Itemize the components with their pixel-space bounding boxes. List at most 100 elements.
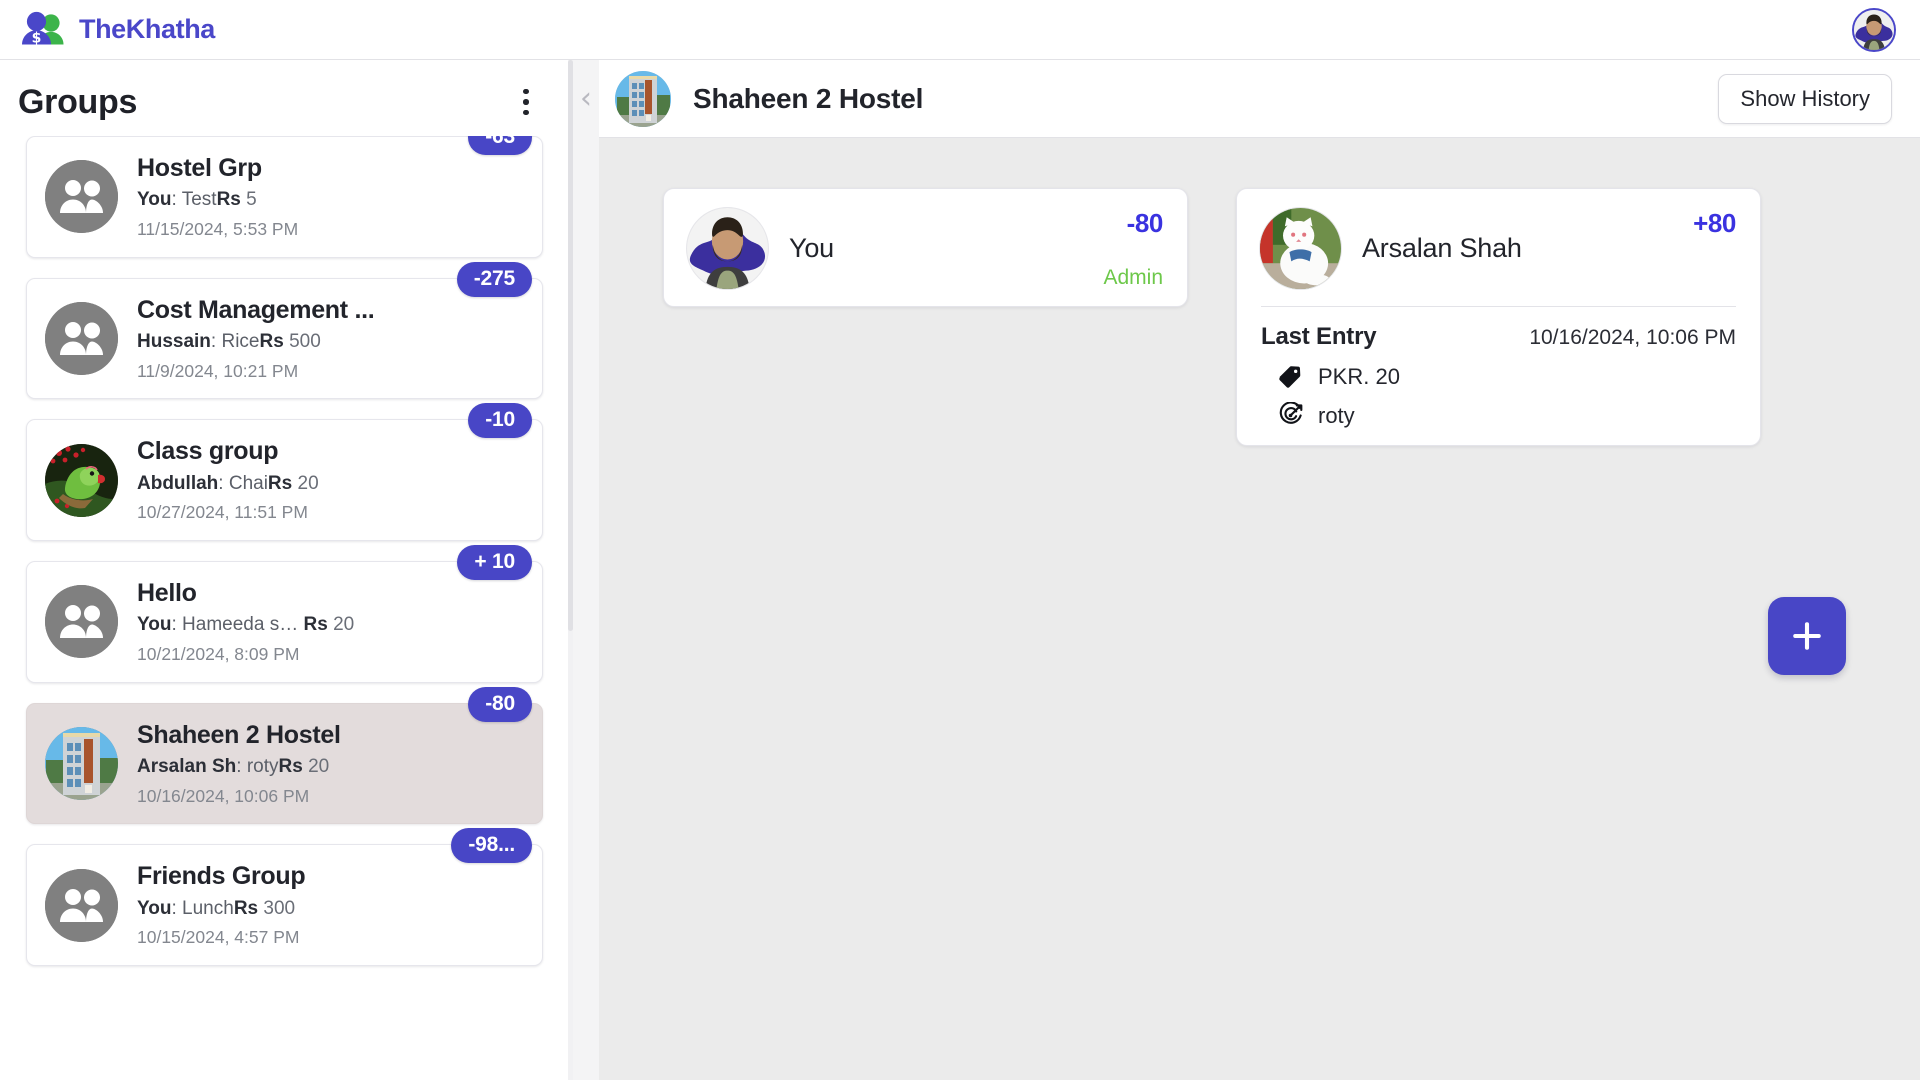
group-amount: 20 bbox=[333, 614, 355, 636]
group-name: Shaheen 2 Hostel bbox=[137, 720, 341, 749]
member-card[interactable]: +80 Arsalan Shah Last Entry 10/16/2024, … bbox=[1236, 188, 1761, 446]
group-balance-badge: -98... bbox=[451, 828, 532, 864]
members-area: -80 You Admin +80 Arsalan Shah Last Entr… bbox=[573, 138, 1920, 1080]
divider bbox=[1261, 306, 1736, 307]
group-currency: Rs bbox=[278, 756, 303, 777]
group-title: Shaheen 2 Hostel bbox=[693, 82, 924, 114]
chevron-left-icon[interactable]: ‹ bbox=[573, 59, 599, 138]
group-last-entry: Abdullah: ChaiRs 20 bbox=[137, 472, 524, 497]
group-avatar bbox=[615, 70, 671, 127]
last-entry-header: Last Entry 10/16/2024, 10:06 PM bbox=[1259, 323, 1738, 351]
group-last-author: You bbox=[137, 189, 172, 211]
group-date: 11/15/2024, 5:53 PM bbox=[137, 218, 299, 239]
group-text: Shaheen 2 Hostel Arsalan Sh: rotyRs 20 10/… bbox=[137, 720, 524, 808]
group-placeholder-icon bbox=[45, 302, 118, 376]
entry-description-row: roty bbox=[1259, 402, 1738, 429]
pane-gutter bbox=[573, 138, 599, 1080]
entry-amount-row: PKR. 20 bbox=[1259, 363, 1738, 390]
group-last-author: Abdullah bbox=[137, 472, 219, 494]
group-last-entry: Arsalan Sh: rotyRs 20 bbox=[137, 755, 524, 780]
group-text: Cost Management ... Hussain: RiceRs 500 11… bbox=[137, 295, 524, 383]
group-name: Hostel Grp bbox=[137, 154, 262, 182]
sidebar: Groups -63 Hostel Grp You: TestRs 5 11/15/… bbox=[0, 60, 573, 1080]
group-list-item[interactable]: -98... Friends Group You: LunchRs 300 10/1… bbox=[26, 828, 543, 967]
entry-amount: PKR. 20 bbox=[1318, 363, 1400, 389]
group-balance-badge: -63 bbox=[468, 136, 532, 155]
last-entry-label: Last Entry bbox=[1261, 323, 1377, 350]
group-placeholder-icon bbox=[45, 160, 118, 234]
detail-header: ‹ Shaheen 2 Hostel Show History bbox=[573, 59, 1920, 138]
member-avatar bbox=[1259, 207, 1342, 290]
member-name: Arsalan Shah bbox=[1362, 233, 1522, 263]
group-last-item: Test bbox=[181, 189, 217, 211]
group-last-item: Rice bbox=[221, 330, 260, 352]
user-avatar-photo bbox=[687, 208, 768, 289]
group-last-entry: Hussain: RiceRs 500 bbox=[137, 330, 524, 355]
group-last-item: Chai bbox=[228, 472, 268, 494]
group-currency: Rs bbox=[303, 614, 328, 636]
group-currency: Rs bbox=[216, 189, 241, 211]
group-placeholder-icon bbox=[45, 585, 118, 659]
group-balance-badge: -275 bbox=[456, 261, 532, 297]
group-colon: : bbox=[236, 756, 247, 777]
group-amount: 300 bbox=[263, 897, 296, 919]
group-name: Cost Management ... bbox=[137, 295, 375, 324]
group-colon: : bbox=[171, 189, 182, 211]
group-list-item[interactable]: -63 Hostel Grp You: TestRs 5 11/15/2024, 5… bbox=[26, 136, 543, 258]
group-list-item[interactable]: -10 Class group Abdullah: ChaiRs 20 10/27/… bbox=[26, 403, 543, 542]
group-colon: : bbox=[210, 330, 222, 352]
app-root: $ TheKhatha Groups -63 Hostel Grp You: T… bbox=[0, 0, 1920, 1080]
page-title: Groups bbox=[18, 82, 138, 121]
group-last-entry: You: LunchRs 300 bbox=[137, 897, 524, 922]
group-colon: : bbox=[171, 614, 183, 636]
group-currency: Rs bbox=[267, 472, 293, 494]
group-list-item[interactable]: -80 Shaheen 2 Hostel Arsalan Sh: rotyRs 2… bbox=[26, 686, 543, 825]
member-name: You bbox=[789, 233, 834, 263]
group-amount: 20 bbox=[297, 472, 319, 494]
group-last-author: You bbox=[137, 614, 172, 636]
member-role-badge: Admin bbox=[1103, 266, 1163, 289]
group-list-item[interactable]: + 10 Hello You: Hameeda s… Rs 20 10/21/202… bbox=[26, 545, 543, 683]
group-balance-badge: -80 bbox=[468, 686, 532, 722]
group-amount: 500 bbox=[289, 330, 321, 352]
group-name: Friends Group bbox=[137, 862, 306, 891]
people-money-logo-icon: $ bbox=[22, 11, 64, 46]
group-avatar bbox=[45, 727, 118, 801]
group-last-author: Arsalan Sh bbox=[137, 756, 237, 777]
svg-text:$: $ bbox=[32, 30, 42, 46]
member-top: Arsalan Shah bbox=[1259, 207, 1738, 290]
group-name: Hello bbox=[137, 579, 197, 608]
sidebar-header: Groups bbox=[0, 60, 573, 136]
member-balance: +80 bbox=[1693, 208, 1736, 238]
group-last-item: roty bbox=[246, 756, 279, 777]
group-colon: : bbox=[218, 472, 229, 494]
group-amount: 5 bbox=[246, 189, 257, 211]
group-last-author: Hussain bbox=[137, 330, 211, 352]
add-entry-button[interactable] bbox=[1768, 597, 1846, 675]
member-card[interactable]: -80 You Admin bbox=[663, 188, 1188, 307]
kebab-menu-icon[interactable] bbox=[509, 82, 543, 122]
group-currency: Rs bbox=[259, 330, 284, 352]
brand[interactable]: $ TheKhatha bbox=[20, 10, 215, 50]
white-cat-photo bbox=[1260, 208, 1341, 289]
group-last-author: You bbox=[137, 897, 172, 919]
parrot-photo bbox=[45, 443, 118, 517]
group-currency: Rs bbox=[233, 897, 259, 919]
group-text: Class group Abdullah: ChaiRs 20 10/27/2024… bbox=[137, 436, 524, 524]
group-list[interactable]: -63 Hostel Grp You: TestRs 5 11/15/2024, 5… bbox=[0, 136, 573, 1080]
group-last-entry: You: Hameeda s… Rs 20 bbox=[137, 613, 524, 638]
target-icon bbox=[1279, 402, 1303, 424]
hostel-building-photo bbox=[615, 70, 671, 127]
hostel-building-photo bbox=[45, 727, 118, 801]
plus-icon bbox=[1793, 622, 1821, 650]
group-text: Hello You: Hameeda s… Rs 20 10/21/2024, 8:… bbox=[137, 578, 524, 666]
group-list-item[interactable]: -275 Cost Management ... Hussain: RiceRs … bbox=[26, 261, 543, 400]
group-amount: 20 bbox=[308, 756, 330, 777]
body-split: Groups -63 Hostel Grp You: TestRs 5 11/15/… bbox=[0, 59, 1920, 1080]
last-entry-date: 10/16/2024, 10:06 PM bbox=[1529, 326, 1736, 349]
avatar[interactable] bbox=[1852, 7, 1896, 52]
group-avatar bbox=[45, 868, 118, 942]
show-history-button[interactable]: Show History bbox=[1718, 73, 1892, 124]
group-avatar bbox=[45, 443, 118, 517]
group-balance-badge: -10 bbox=[468, 403, 532, 439]
